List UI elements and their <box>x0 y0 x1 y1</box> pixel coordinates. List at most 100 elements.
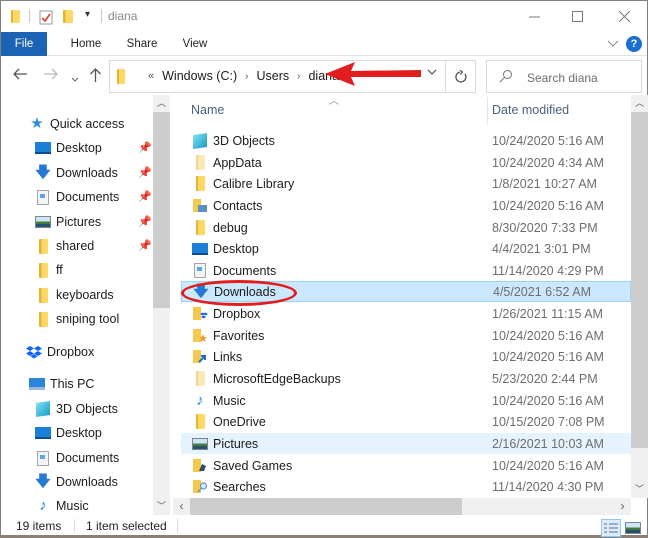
details-view-button[interactable] <box>601 519 621 537</box>
scrollbar-thumb[interactable] <box>190 498 462 515</box>
file-row[interactable]: Dropbox 1/26/2021 11:15 AM <box>181 303 631 324</box>
folder-icon <box>35 238 51 254</box>
navigation-bar: « Windows (C:) › Users › diana Search di… <box>1 57 647 95</box>
file-row[interactable]: OneDrive 10/15/2020 7:08 PM <box>181 411 631 432</box>
scroll-left-icon[interactable]: ‹ <box>173 498 190 515</box>
tab-home[interactable]: Home <box>61 32 111 56</box>
pin-icon[interactable]: 📌 <box>138 166 152 179</box>
pin-icon[interactable]: 📌 <box>138 239 152 252</box>
help-button[interactable]: ? <box>626 36 642 52</box>
file-row[interactable]: Searches 11/14/2020 4:30 PM <box>181 476 631 497</box>
tab-view[interactable]: View <box>171 32 219 56</box>
close-button[interactable] <box>601 1 647 31</box>
new-folder-icon[interactable] <box>63 10 73 23</box>
nav-item-music[interactable]: ♪ Music <box>35 495 88 515</box>
breadcrumb-item[interactable]: Users <box>256 69 289 83</box>
nav-item-documents[interactable]: Documents <box>35 186 119 208</box>
maximize-button[interactable] <box>554 1 600 31</box>
file-row[interactable]: Links 10/24/2020 5:16 AM <box>181 346 631 367</box>
file-row[interactable]: Contacts 10/24/2020 5:16 AM <box>181 195 631 216</box>
scroll-down-icon[interactable]: ﹀ <box>153 498 170 515</box>
nav-item-quick-access[interactable]: ★ Quick access <box>29 113 124 135</box>
up-arrow-icon <box>90 68 101 82</box>
search-input[interactable]: Search diana <box>527 71 598 85</box>
file-row[interactable]: Desktop 4/4/2021 3:01 PM <box>181 238 631 259</box>
pictures-icon <box>192 436 208 452</box>
documents-icon <box>35 450 51 466</box>
file-row[interactable]: MicrosoftEdgeBackups 5/23/2020 2:44 PM <box>181 368 631 389</box>
scroll-right-icon[interactable]: › <box>614 498 631 515</box>
forward-button[interactable] <box>43 67 58 84</box>
nav-item-downloads[interactable]: 🡇 Downloads <box>35 471 118 493</box>
file-row[interactable]: debug 8/30/2020 7:33 PM <box>181 217 631 238</box>
breadcrumb-item[interactable]: Windows (C:) <box>162 69 237 83</box>
nav-item-desktop[interactable]: Desktop <box>35 422 102 444</box>
file-explorer-window: ▾ diana File Home Share View ? « Windows… <box>0 0 648 538</box>
nav-item-this-pc[interactable]: This PC <box>29 373 94 395</box>
nav-item-downloads[interactable]: 🡇 Downloads <box>35 162 118 184</box>
expand-ribbon-button[interactable] <box>607 37 619 51</box>
scrollbar-thumb[interactable] <box>631 112 648 448</box>
large-icons-view-icon <box>625 522 641 534</box>
nav-pane-scrollbar[interactable]: ︿ ﹀ <box>153 95 170 515</box>
back-button[interactable] <box>13 67 28 84</box>
customize-quick-access-icon[interactable]: ▾ <box>85 9 90 20</box>
pin-icon[interactable]: 📌 <box>138 190 152 203</box>
nav-item-shared[interactable]: shared <box>35 235 94 257</box>
nav-item-pictures[interactable]: Pictures <box>35 211 101 233</box>
3d-objects-icon <box>35 401 51 417</box>
column-header-date-modified[interactable]: Date modified <box>492 95 569 125</box>
nav-item-documents[interactable]: Documents <box>35 447 119 469</box>
scroll-down-icon[interactable]: ﹀ <box>631 481 648 498</box>
forward-arrow-icon <box>44 68 58 80</box>
tab-share[interactable]: Share <box>117 32 167 56</box>
nav-item-ff[interactable]: ff <box>35 259 63 281</box>
file-row[interactable]: ♪ Music 10/24/2020 5:16 AM <box>181 390 631 411</box>
annotation-circle <box>181 280 297 306</box>
file-list-vertical-scrollbar[interactable]: ︿ ﹀ <box>631 95 648 498</box>
pin-icon[interactable]: 📌 <box>138 215 152 228</box>
scrollbar-thumb[interactable] <box>153 112 170 308</box>
search-box[interactable]: Search diana <box>486 60 642 93</box>
chevron-right-icon[interactable]: › <box>245 71 248 82</box>
status-bar: 19 items 1 item selected <box>1 516 647 537</box>
properties-icon[interactable] <box>39 10 53 28</box>
nav-item-dropbox[interactable]: Dropbox <box>26 341 94 363</box>
folder-icon <box>192 176 208 192</box>
file-row[interactable]: Documents 11/14/2020 4:29 PM <box>181 260 631 281</box>
file-row[interactable]: Favorites 10/24/2020 5:16 AM <box>181 325 631 346</box>
nav-item-desktop[interactable]: Desktop <box>35 137 102 159</box>
file-row[interactable]: Saved Games 10/24/2020 5:16 AM <box>181 455 631 476</box>
column-divider[interactable] <box>487 97 488 125</box>
file-row-hover[interactable]: Pictures 2/16/2021 10:03 AM <box>181 433 631 454</box>
nav-item-keyboards[interactable]: keyboards <box>35 284 114 306</box>
column-header-name[interactable]: Name <box>191 95 481 125</box>
recent-locations-button[interactable] <box>71 70 79 86</box>
dropbox-folder-icon <box>192 306 208 322</box>
this-pc-icon <box>29 376 45 392</box>
minimize-icon <box>528 16 540 17</box>
pin-icon[interactable]: 📌 <box>138 141 152 154</box>
folder-icon <box>192 414 208 430</box>
close-icon <box>618 10 630 22</box>
file-row[interactable]: AppData 10/24/2020 4:34 AM <box>181 152 631 173</box>
minimize-button[interactable] <box>511 1 557 31</box>
chevron-right-icon[interactable]: › <box>297 71 300 82</box>
file-row[interactable]: Calibre Library 1/8/2021 10:27 AM <box>181 173 631 194</box>
tab-file[interactable]: File <box>1 32 47 56</box>
dropbox-icon <box>26 344 42 360</box>
chevron-down-icon <box>71 77 79 82</box>
nav-item-3d-objects[interactable]: 3D Objects <box>35 398 118 420</box>
nav-item-sniping-tool[interactable]: sniping tool <box>35 308 119 330</box>
file-row[interactable]: 3D Objects 10/24/2020 5:16 AM <box>181 130 631 151</box>
scroll-up-icon[interactable]: ︿ <box>153 95 170 112</box>
scroll-up-icon[interactable]: ︿ <box>631 95 648 112</box>
address-history-button[interactable] <box>427 68 437 79</box>
selection-count: 1 item selected <box>86 519 167 533</box>
refresh-button[interactable] <box>446 60 476 93</box>
search-icon <box>499 69 513 86</box>
large-icons-view-button[interactable] <box>623 519 643 537</box>
up-button[interactable] <box>89 67 102 86</box>
breadcrumb-overflow[interactable]: « <box>148 70 154 82</box>
file-list-horizontal-scrollbar[interactable]: ‹ › <box>173 498 631 515</box>
